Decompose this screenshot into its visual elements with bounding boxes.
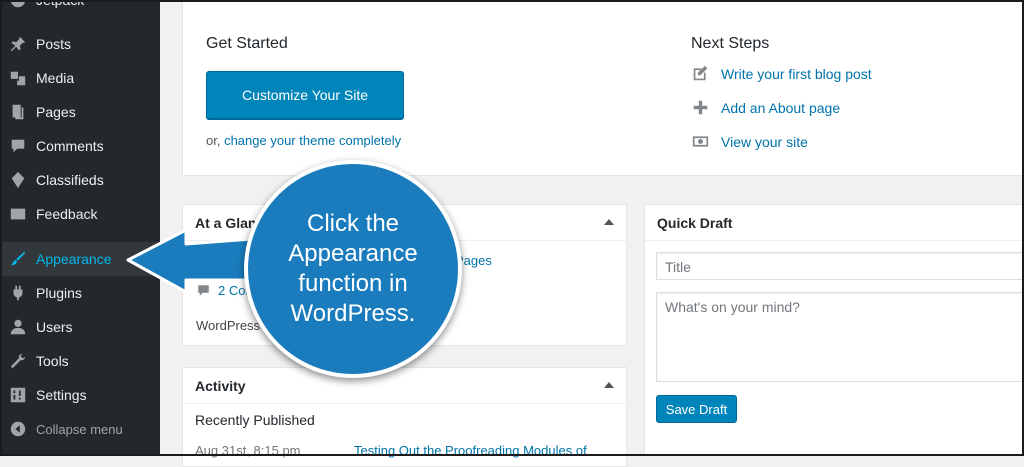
- write-post-link[interactable]: Write your first blog post: [721, 66, 872, 82]
- sidebar-item-tools[interactable]: Tools: [0, 344, 160, 378]
- sidebar-item-label: Comments: [36, 138, 104, 154]
- comments-icon: [0, 137, 36, 155]
- collapse-menu-button[interactable]: Collapse menu: [0, 412, 160, 446]
- sidebar-item-label: Classifieds: [36, 172, 104, 188]
- quick-draft-title: Quick Draft: [645, 205, 1023, 241]
- sidebar-item-pages[interactable]: Pages: [0, 95, 160, 129]
- change-theme-link[interactable]: change your theme completely: [224, 133, 401, 148]
- sidebar-item-feedback[interactable]: Feedback: [0, 197, 160, 231]
- view-site-step[interactable]: View your site: [692, 133, 808, 150]
- customize-site-button[interactable]: Customize Your Site: [206, 71, 404, 119]
- pin-icon: [0, 35, 36, 53]
- sidebar-item-label: Users: [36, 319, 73, 335]
- jetpack-icon: [0, 0, 36, 9]
- activity-title: Activity: [183, 368, 626, 404]
- user-icon: [0, 318, 36, 336]
- change-theme-text: or, change your theme completely: [206, 133, 401, 148]
- wrench-icon: [0, 352, 36, 370]
- sidebar-item-label: Posts: [36, 36, 72, 52]
- comment-bubble-icon: [196, 283, 218, 298]
- settings-icon: [0, 386, 36, 404]
- sidebar-item-label: Pages: [36, 104, 76, 120]
- classifieds-icon: [0, 171, 36, 189]
- save-draft-button[interactable]: Save Draft: [656, 395, 737, 423]
- brush-icon: [0, 250, 36, 268]
- sidebar-item-label: Tools: [36, 353, 69, 369]
- draft-title-input[interactable]: Title: [656, 252, 1024, 280]
- sidebar-item-label: Jetpack: [36, 0, 85, 8]
- media-icon: [0, 69, 36, 87]
- sidebar-item-jetpack[interactable]: Jetpack: [0, 0, 160, 17]
- admin-sidebar: Jetpack Posts Media Pages Comments Class…: [0, 0, 160, 456]
- view-site-link[interactable]: View your site: [721, 134, 808, 150]
- pages-icon: [0, 103, 36, 121]
- add-about-link[interactable]: Add an About page: [721, 100, 840, 116]
- plug-icon: [0, 284, 36, 302]
- collapse-icon: [0, 420, 36, 438]
- instruction-callout: Click the Appearance function in WordPre…: [244, 160, 462, 378]
- sidebar-item-appearance[interactable]: Appearance: [0, 242, 160, 276]
- sidebar-item-media[interactable]: Media: [0, 61, 160, 95]
- or-text: or,: [206, 133, 225, 148]
- edit-icon: [692, 65, 721, 82]
- feedback-icon: [0, 205, 36, 223]
- sidebar-item-classifieds[interactable]: Classifieds: [0, 163, 160, 197]
- sidebar-item-users[interactable]: Users: [0, 310, 160, 344]
- sidebar-item-label: Feedback: [36, 206, 98, 222]
- recently-published-heading: Recently Published: [195, 412, 315, 428]
- sidebar-item-label: Plugins: [36, 285, 82, 301]
- sidebar-item-label: Appearance: [36, 251, 112, 267]
- sidebar-item-comments[interactable]: Comments: [0, 129, 160, 163]
- sidebar-item-posts[interactable]: Posts: [0, 27, 160, 61]
- draft-content-textarea[interactable]: What's on your mind?: [656, 292, 1024, 382]
- toggle-caret-icon[interactable]: [604, 219, 614, 225]
- sidebar-item-plugins[interactable]: Plugins: [0, 276, 160, 310]
- next-steps-heading: Next Steps: [691, 35, 770, 52]
- toggle-caret-icon[interactable]: [604, 382, 614, 388]
- view-icon: [692, 133, 721, 150]
- sidebar-item-label: Collapse menu: [36, 421, 123, 437]
- sidebar-item-settings[interactable]: Settings: [0, 378, 160, 412]
- write-post-step[interactable]: Write your first blog post: [692, 65, 872, 82]
- sidebar-item-label: Media: [36, 70, 75, 86]
- sidebar-item-label: Settings: [36, 387, 87, 403]
- plus-icon: [692, 99, 721, 116]
- get-started-heading: Get Started: [206, 35, 288, 52]
- add-about-step[interactable]: Add an About page: [692, 99, 840, 116]
